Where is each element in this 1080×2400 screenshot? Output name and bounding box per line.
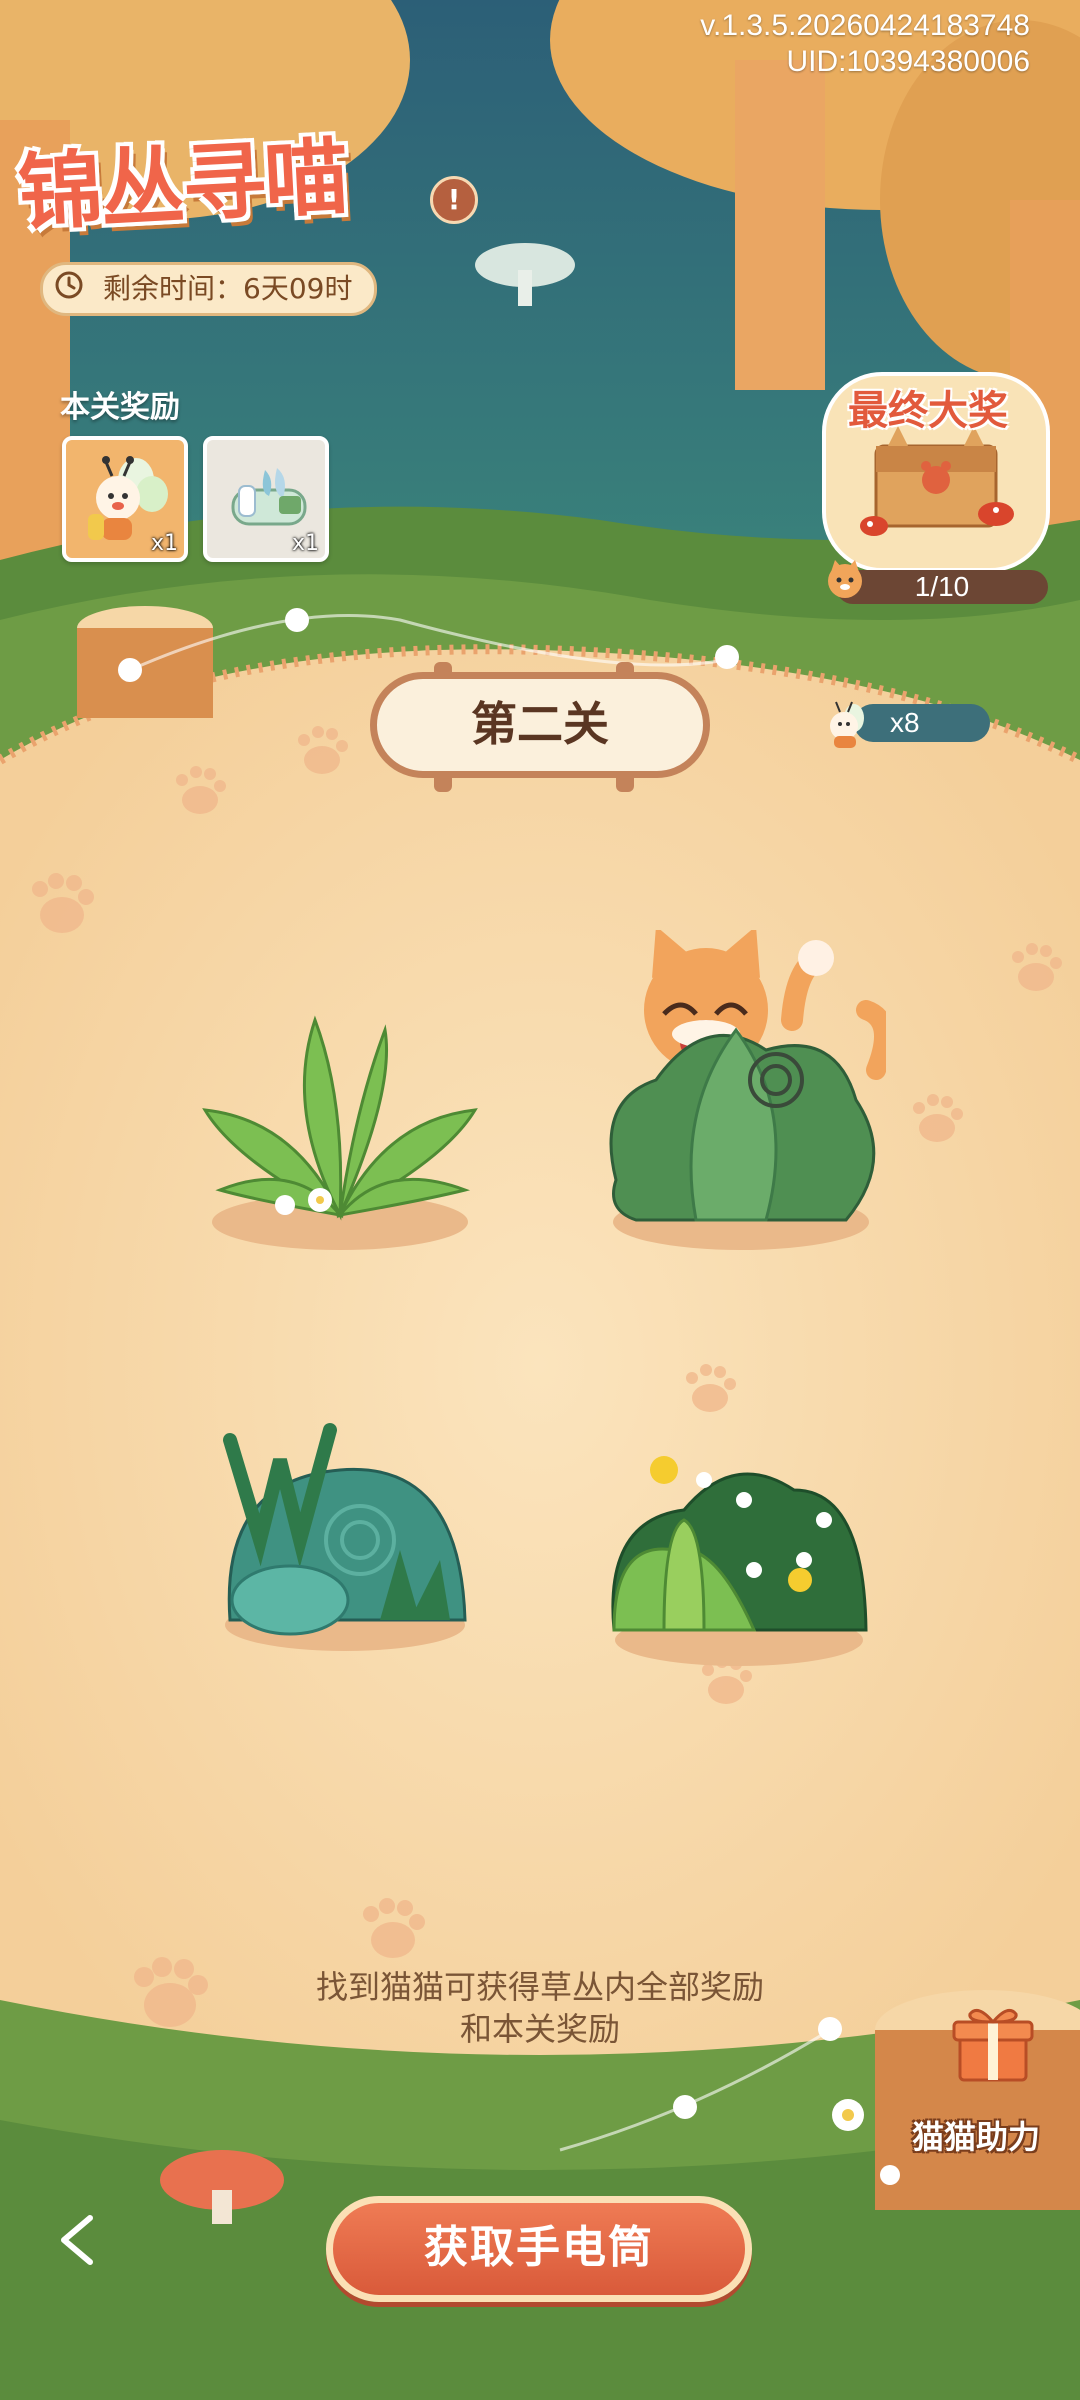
- teal-rock-bush[interactable]: [210, 1420, 480, 1660]
- event-title: 锦丛寻喵: [15, 126, 349, 243]
- reward-item-1[interactable]: x1: [62, 436, 188, 562]
- bee-counter: x8: [854, 704, 990, 742]
- get-flashlight-button[interactable]: 获取手电筒: [326, 2196, 752, 2302]
- reward-quantity: x1: [291, 531, 319, 556]
- hint-text: 找到猫猫可获得草丛内全部奖励 和本关奖励: [190, 1966, 890, 2050]
- version-number: v.1.3.5.20260424183748: [700, 9, 1030, 42]
- level-sign: 第二关: [370, 672, 710, 778]
- reward-item-2[interactable]: x1: [203, 436, 329, 562]
- clock-icon: [55, 271, 83, 299]
- hint-line-1: 找到猫猫可获得草丛内全部奖励: [315, 1968, 764, 2006]
- user-id: UID:10394380006: [786, 45, 1030, 78]
- back-arrow-icon[interactable]: [40, 2200, 120, 2280]
- fern-bush[interactable]: [195, 1000, 485, 1260]
- hint-line-2: 和本关奖励: [459, 2010, 620, 2048]
- gift-icon[interactable]: [948, 2000, 1038, 2090]
- remaining-time: 剩余时间：6天09时: [40, 262, 378, 316]
- cat-help-label[interactable]: 猫猫助力: [912, 2112, 1040, 2158]
- version-info: v.1.3.5.20260424183748 UID:10394380006: [700, 8, 1030, 80]
- flower-bush[interactable]: [604, 1430, 874, 1670]
- info-button[interactable]: !: [430, 176, 478, 224]
- reward-quantity: x1: [150, 531, 178, 556]
- dark-green-bush-with-cat[interactable]: [596, 930, 886, 1260]
- bee-icon: [830, 701, 864, 748]
- level-rewards-title: 本关奖励: [60, 390, 180, 425]
- cat-avatar-icon: [828, 560, 862, 598]
- grand-prize-title: 最终大奖: [848, 387, 1008, 434]
